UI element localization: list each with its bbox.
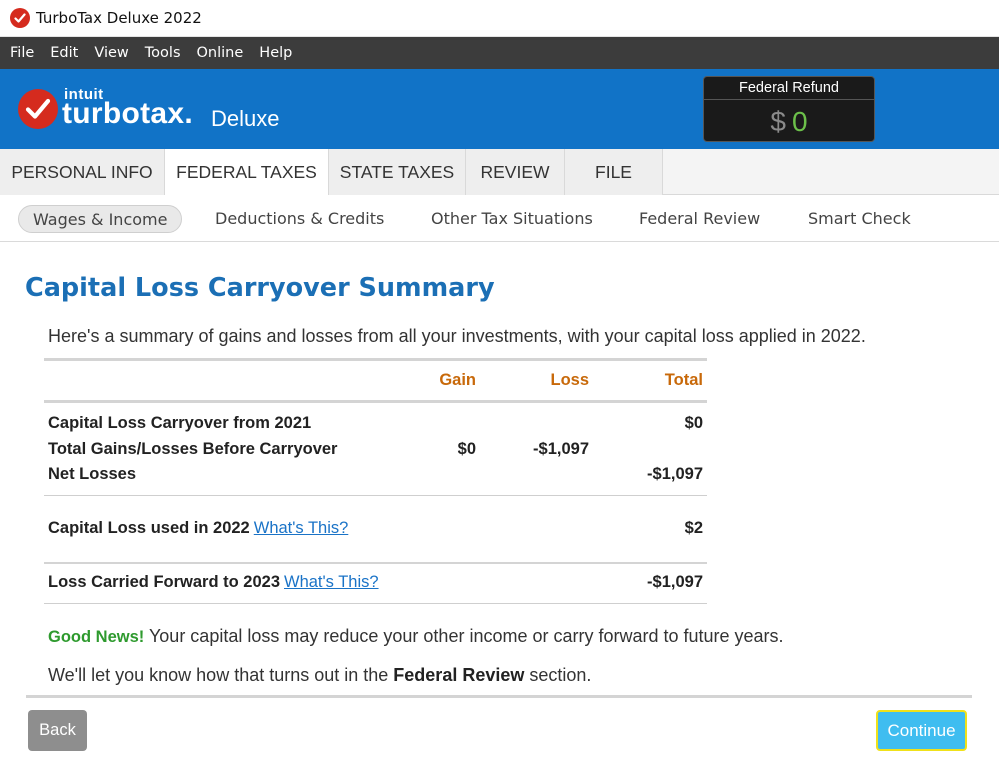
refund-amount: 0	[792, 106, 808, 137]
row-label-total-gains-losses: Total Gains/Losses Before Carryover	[48, 440, 338, 458]
subnav-deductions-credits[interactable]: Deductions & Credits	[215, 205, 384, 233]
row-divider	[44, 562, 707, 564]
subnav-smart-check[interactable]: Smart Check	[808, 205, 911, 233]
menu-help[interactable]: Help	[259, 45, 292, 61]
page-title: Capital Loss Carryover Summary	[25, 273, 495, 303]
menu-view[interactable]: View	[94, 45, 128, 61]
row-total-loss-carried-forward: -$1,097	[647, 573, 703, 591]
tab-federal-taxes[interactable]: FEDERAL TAXES	[165, 149, 329, 195]
refund-currency: $	[770, 106, 786, 137]
row-label-capital-loss-used: Capital Loss used in 2022	[48, 519, 250, 537]
row-total-carryover-2021: $0	[684, 414, 703, 432]
subnav-wages-income[interactable]: Wages & Income	[18, 205, 183, 233]
header-rule	[44, 400, 707, 403]
review-note-prefix: We'll let you know how that turns out in…	[48, 665, 394, 685]
row-loss-total-gains-losses: -$1,097	[533, 440, 589, 458]
row-capital-loss-used: Capital Loss used in 2022 What's This?	[48, 519, 348, 538]
menu-tools[interactable]: Tools	[145, 45, 181, 61]
good-news-message: Good News! Your capital loss may reduce …	[48, 626, 784, 647]
row-gain-total-gains-losses: $0	[457, 440, 476, 458]
refund-value: $0	[704, 101, 874, 143]
row-label-loss-carried-forward: Loss Carried Forward to 2023	[48, 573, 280, 591]
menu-bar: File Edit View Tools Online Help	[0, 37, 999, 69]
footer-divider	[26, 695, 972, 698]
whats-this-link-capital-loss-used[interactable]: What's This?	[254, 519, 349, 537]
table-top-rule	[44, 358, 707, 361]
federal-review-note: We'll let you know how that turns out in…	[48, 665, 591, 686]
column-header-loss: Loss	[550, 371, 589, 389]
main-tabs: PERSONAL INFO FEDERAL TAXES STATE TAXES …	[0, 149, 999, 195]
menu-online[interactable]: Online	[197, 45, 244, 61]
logo-edition-text: Deluxe	[211, 106, 280, 131]
sub-navigation: Wages & Income Deductions & Credits Othe…	[0, 195, 999, 242]
federal-refund-meter: Federal Refund $0	[703, 76, 875, 142]
tab-review[interactable]: REVIEW	[466, 149, 565, 195]
row-label-net-losses: Net Losses	[48, 465, 137, 483]
review-note-suffix: section.	[524, 665, 592, 685]
tab-state-taxes[interactable]: STATE TAXES	[329, 149, 466, 195]
row-label-carryover-2021: Capital Loss Carryover from 2021	[48, 414, 312, 432]
row-divider	[44, 495, 707, 496]
subnav-federal-review[interactable]: Federal Review	[639, 205, 760, 233]
intro-text: Here's a summary of gains and losses fro…	[48, 326, 866, 346]
table-bottom-rule	[44, 603, 707, 604]
row-total-net-losses: -$1,097	[647, 465, 703, 483]
window-titlebar: TurboTax Deluxe 2022	[0, 0, 999, 37]
row-loss-carried-forward: Loss Carried Forward to 2023 What's This?	[48, 573, 379, 592]
row-total-capital-loss-used: $2	[684, 519, 703, 537]
turbotax-check-icon	[10, 8, 30, 28]
tab-file[interactable]: FILE	[565, 149, 663, 195]
window-title: TurboTax Deluxe 2022	[36, 9, 202, 27]
logo-turbotax-text: turbotax.	[62, 97, 194, 130]
menu-edit[interactable]: Edit	[50, 45, 78, 61]
subnav-other-tax-situations[interactable]: Other Tax Situations	[431, 205, 593, 233]
continue-button[interactable]: Continue	[876, 710, 967, 751]
back-button[interactable]: Back	[28, 710, 87, 751]
review-note-bold: Federal Review	[393, 665, 525, 685]
good-news-label: Good News!	[48, 628, 145, 646]
good-news-text: Your capital loss may reduce your other …	[144, 626, 784, 646]
turbotax-logo-check-icon	[18, 89, 58, 129]
tab-personal-info[interactable]: PERSONAL INFO	[0, 149, 165, 195]
menu-file[interactable]: File	[10, 45, 34, 61]
whats-this-link-loss-carried-forward[interactable]: What's This?	[284, 573, 379, 591]
column-header-total: Total	[664, 371, 703, 389]
column-header-gain: Gain	[439, 371, 476, 389]
refund-label: Federal Refund	[704, 77, 874, 100]
